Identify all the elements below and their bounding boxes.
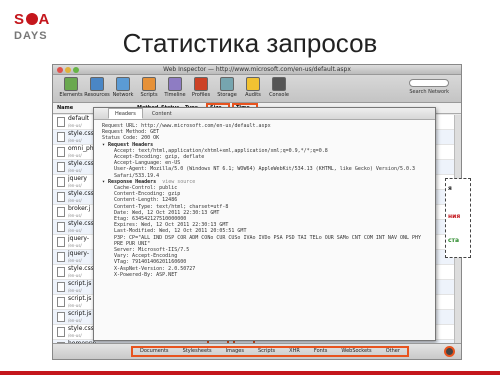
row-name: style.css/en-us/ xyxy=(68,265,94,278)
file-icon xyxy=(57,237,65,247)
toolbar-label: Console xyxy=(269,92,289,98)
toolbar-profiles-button[interactable]: Profiles xyxy=(191,77,211,98)
elements-icon xyxy=(64,77,78,91)
toolbar-label: Profiles xyxy=(191,92,211,98)
tab-headers[interactable]: Headers xyxy=(108,108,143,119)
file-icon xyxy=(57,312,65,322)
filter-scripts[interactable]: Scripts xyxy=(258,348,275,355)
toolbar: Elements Resources Network Scripts Timeline P… xyxy=(53,75,461,103)
web-inspector-window: Web Inspector — http://www.microsoft.com… xyxy=(52,64,462,360)
toolbar-elements-button[interactable]: Elements xyxy=(59,77,83,98)
filter-documents[interactable]: Documents xyxy=(140,348,169,355)
toolbar-storage-button[interactable]: Storage xyxy=(217,77,237,98)
file-icon xyxy=(57,252,65,262)
row-name: style.css/en-us/ xyxy=(68,190,94,203)
file-icon xyxy=(57,207,65,217)
footer-rule xyxy=(0,371,500,375)
file-icon xyxy=(57,327,65,337)
filter-bar: Documents Stylesheets Images Scripts XHR Font… xyxy=(131,346,409,357)
file-icon xyxy=(57,162,65,172)
row-name: script.js/en-us/ xyxy=(68,280,92,293)
network-icon xyxy=(116,77,130,91)
row-name: style.css/en-us/ xyxy=(68,130,94,143)
header-line: User-Agent: Mozilla/5.0 (Windows NT 6.1;… xyxy=(114,166,416,173)
toolbar-label: Resources xyxy=(84,92,110,98)
header-line: X-Powered-By: ASP.NET xyxy=(114,271,178,278)
storage-icon xyxy=(220,77,234,91)
toolbar-label: Network xyxy=(112,92,134,98)
side-note: я ния ста xyxy=(445,178,471,258)
row-name: omni_ph/en-us/ xyxy=(68,145,94,158)
file-icon xyxy=(57,267,65,277)
tab-content[interactable]: Content xyxy=(145,108,179,119)
resource-headers-panel: Headers Content Request URL: http://www.… xyxy=(93,107,436,341)
file-icon xyxy=(57,117,65,127)
panel-tabs: Headers Content xyxy=(94,108,435,120)
filter-fonts[interactable]: Fonts xyxy=(314,348,328,355)
column-name[interactable]: Name xyxy=(57,103,73,114)
profiles-icon xyxy=(194,77,208,91)
toolbar-label: Elements xyxy=(59,92,83,98)
bottom-bar: Documents Stylesheets Images Scripts XHR Font… xyxy=(53,343,461,359)
resources-icon xyxy=(90,77,104,91)
row-name: jquery/en-us/ xyxy=(68,175,87,188)
slide-title: Статистика запросов xyxy=(122,28,378,58)
timeline-icon xyxy=(168,77,182,91)
toolbar-label: Audits xyxy=(245,92,261,98)
file-icon xyxy=(57,222,65,232)
search-caption: Search Network xyxy=(409,89,449,95)
note-line-1: я xyxy=(448,185,452,192)
row-name: broker.j/en-us/ xyxy=(68,205,91,218)
toolbar-label: Timeline xyxy=(164,92,186,98)
row-name: jquery-/en-us/ xyxy=(68,250,90,263)
view-source-link[interactable]: view source xyxy=(162,179,195,185)
console-icon xyxy=(272,77,286,91)
row-name: style.css/en-us/ xyxy=(68,220,94,233)
filter-other[interactable]: Other xyxy=(386,348,400,355)
file-icon xyxy=(57,147,65,157)
file-icon xyxy=(57,132,65,142)
toolbar-label: Storage xyxy=(217,92,237,98)
row-name: script.js/en-us/ xyxy=(68,310,92,323)
toolbar-audits-button[interactable]: Audits xyxy=(243,77,263,98)
audits-icon xyxy=(246,77,260,91)
file-icon xyxy=(57,297,65,307)
row-name: style.css/en-us/ xyxy=(68,160,94,173)
record-button[interactable] xyxy=(444,346,455,357)
toolbar-network-button[interactable]: Network xyxy=(113,77,133,98)
window-titlebar: Web Inspector — http://www.microsoft.com… xyxy=(53,65,461,75)
filter-images[interactable]: Images xyxy=(226,348,244,355)
note-line-2: ния xyxy=(448,213,461,220)
toolbar-resources-button[interactable]: Resources xyxy=(84,77,110,98)
header-line: P3P: CP="ALL IND DSP COR ADM CONo CUR CU… xyxy=(114,234,422,241)
row-name: script.js/en-us/ xyxy=(68,295,92,308)
filter-websockets[interactable]: WebSockets xyxy=(341,348,371,355)
toolbar-label: Scripts xyxy=(140,92,158,98)
row-name: default/en-us/ xyxy=(68,115,90,128)
row-name: style.css/en-us/ xyxy=(68,325,94,338)
filter-stylesheets[interactable]: Stylesheets xyxy=(183,348,212,355)
window-title: Web Inspector — http://www.microsoft.com… xyxy=(163,66,351,73)
toolbar-timeline-button[interactable]: Timeline xyxy=(164,77,186,98)
scripts-icon xyxy=(142,77,156,91)
search-input[interactable] xyxy=(409,79,449,87)
file-icon xyxy=(57,192,65,202)
toolbar-console-button[interactable]: Console xyxy=(269,77,289,98)
file-icon xyxy=(57,177,65,187)
file-icon xyxy=(57,282,65,292)
filter-xhr[interactable]: XHR xyxy=(289,348,300,355)
row-name: jquery-/en-us/ xyxy=(68,235,90,248)
toolbar-scripts-button[interactable]: Scripts xyxy=(139,77,159,98)
note-line-3: ста xyxy=(448,237,460,244)
